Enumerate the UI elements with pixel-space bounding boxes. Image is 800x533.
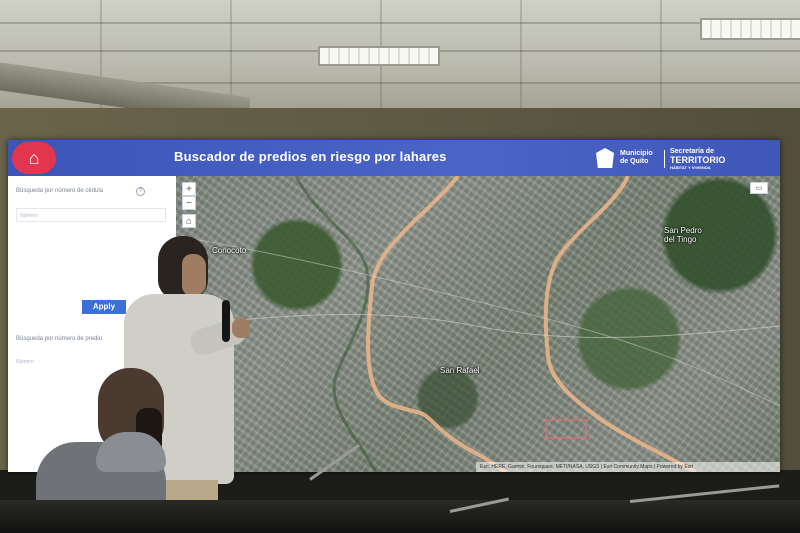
ceiling-light — [700, 18, 800, 40]
zoom-in-button[interactable]: + — [182, 182, 196, 196]
id-number-input[interactable]: Número — [16, 208, 166, 222]
secretaria-logo: Secretaría de TERRITORIO HÁBITAT Y VIVIE… — [670, 148, 726, 170]
home-icon[interactable]: ⌂ — [182, 214, 196, 228]
basemap-toggle-icon[interactable]: ▭ — [750, 182, 768, 194]
highlighted-parcels — [545, 419, 587, 439]
logo-divider — [664, 150, 665, 168]
ceiling-light — [318, 46, 440, 66]
app-title: Buscador de predios en riesgo por lahare… — [174, 149, 447, 164]
satellite-map[interactable]: + − ⌂ ▭ Conocoto San Rafael San Pedro de… — [176, 176, 780, 472]
zoom-out-button[interactable]: − — [182, 196, 196, 210]
place-label-san-pedro: San Pedro del Tingo — [664, 226, 702, 244]
river-line — [294, 176, 378, 472]
app-header: ⌂ Buscador de predios en riesgo por laha… — [8, 140, 780, 176]
help-icon[interactable]: ? — [136, 187, 145, 196]
quito-crest-icon — [596, 148, 614, 168]
presenter-hand — [232, 318, 250, 338]
road-line — [176, 235, 780, 407]
map-attribution: Esri, HERE, Garmin, Foursquare, METI/NAS… — [476, 462, 780, 472]
map-overlay — [176, 176, 780, 472]
desk-edge — [0, 500, 800, 533]
lahar-channel-west — [366, 176, 508, 472]
municipality-logo: Municipio de Quito — [620, 150, 653, 165]
search-by-property-label: Búsqueda por número de predio — [16, 336, 103, 342]
location-pin-icon[interactable]: ⌂ — [12, 142, 56, 174]
place-label-san-rafael: San Rafael — [440, 366, 480, 375]
road-line — [176, 313, 780, 339]
microphone-icon — [222, 300, 230, 342]
search-by-id-label: Búsqueda por número de cédula — [16, 188, 104, 194]
presenter-face — [182, 254, 206, 296]
